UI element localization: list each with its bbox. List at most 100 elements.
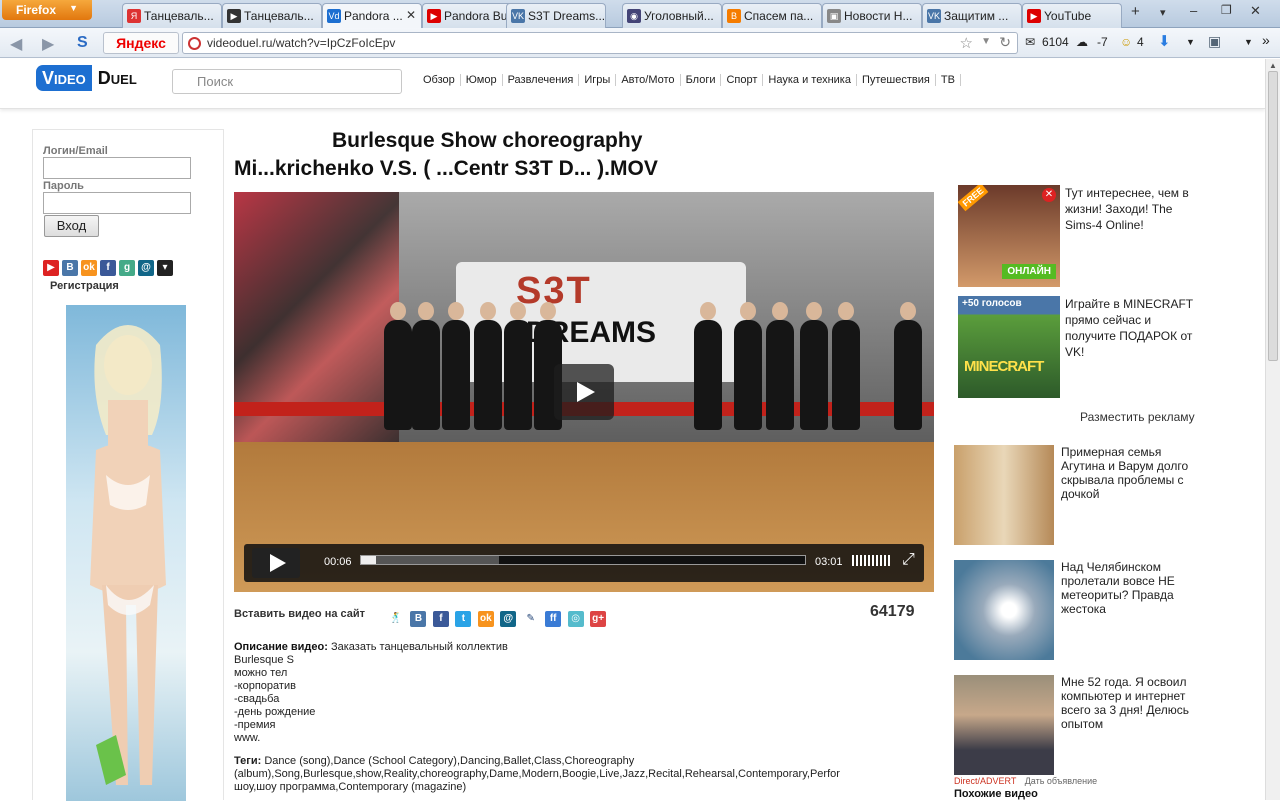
maximize-button[interactable]: ❐ — [1221, 3, 1232, 17]
video-description: Описание видео: Заказать танцевальный ко… — [234, 641, 884, 745]
mail-ru-icon[interactable]: @ — [138, 260, 154, 276]
share-vk-icon[interactable]: B — [410, 611, 427, 627]
video-frame-dancer — [694, 302, 722, 430]
category-link[interactable]: Авто/Мото — [616, 74, 681, 86]
category-link[interactable]: Путешествия — [856, 74, 936, 86]
tab-favicon-icon: ◉ — [627, 9, 641, 23]
new-tab-button[interactable]: + — [1131, 3, 1140, 20]
video-frame-dancer — [734, 302, 762, 430]
downloads-menu-icon[interactable]: ▼ — [1186, 37, 1195, 47]
forward-arrow-icon[interactable]: ▶ — [42, 34, 54, 54]
category-link[interactable]: Блоги — [680, 74, 722, 86]
browser-tab[interactable]: B Спасем па... — [722, 3, 822, 28]
url-dropdown-icon[interactable]: ▼ — [981, 36, 991, 47]
firefox-menu-button[interactable]: Firefox ▼ — [2, 0, 92, 20]
bookmarks-icon[interactable]: ▣ — [1208, 33, 1221, 50]
minimize-button[interactable]: – — [1190, 3, 1197, 18]
fullscreen-icon[interactable]: ⤢ — [902, 551, 915, 569]
ad-minecraft-thumbnail: +50 голосов MINECRAFT — [958, 296, 1060, 398]
category-link[interactable]: Игры — [579, 74, 617, 86]
odnoklassniki-icon[interactable]: ok — [81, 260, 97, 276]
back-arrow-icon[interactable]: ◀ — [10, 34, 22, 54]
volume-slider[interactable] — [852, 555, 892, 569]
video-player[interactable]: S3T DREAMS 00:06 03:01 ⤢ — [234, 192, 934, 592]
browser-tab[interactable]: ▶ YouTube — [1022, 3, 1122, 28]
seek-bar[interactable] — [360, 555, 806, 565]
facebook-icon[interactable]: f — [100, 260, 116, 276]
share-person-icon[interactable]: 🕺 — [388, 611, 404, 627]
download-arrow-icon[interactable]: ⬇ — [1158, 32, 1171, 50]
direct-brand[interactable]: Direct/ADVERT — [954, 776, 1016, 786]
reload-icon[interactable]: ↻ — [999, 34, 1011, 51]
weather-cloud-icon[interactable]: ☁ — [1076, 35, 1088, 49]
tab-list-button[interactable]: ▾ — [1160, 6, 1166, 19]
tab-label: Уголовный... — [644, 9, 714, 23]
share-twitter-icon[interactable]: t — [455, 611, 472, 627]
vk-icon[interactable]: B — [62, 260, 78, 276]
share-mailru-icon[interactable]: @ — [500, 611, 517, 627]
search-placeholder: Поиск — [197, 74, 234, 89]
scroll-up-arrow-icon[interactable]: ▲ — [1269, 61, 1277, 70]
sims-promo-banner[interactable] — [66, 305, 186, 801]
browser-tab[interactable]: VK Защитим ... — [922, 3, 1022, 28]
page-scrollbar[interactable]: ▲ — [1265, 59, 1280, 800]
browser-tab[interactable]: ◉ Уголовный... — [622, 3, 722, 28]
share-friendfeed-icon[interactable]: ff — [545, 611, 562, 627]
mail-icon[interactable]: ✉ — [1025, 35, 1035, 49]
video-frame-dancer-head — [740, 302, 756, 320]
category-link[interactable]: Обзор — [418, 74, 461, 86]
tags-text[interactable]: Dance (song),Dance (School Category),Dan… — [234, 755, 840, 793]
category-link[interactable]: Спорт — [721, 74, 764, 86]
left-sidebar: Логин/Email Пароль Вход ▶ Bok f g @ ▾ Регистр… — [32, 129, 224, 801]
embed-label: Вставить видео на сайт — [234, 608, 366, 620]
video-tags: Теги: Dance (song),Dance (School Categor… — [234, 755, 844, 794]
place-ad-link[interactable]: Разместить рекламу — [1080, 410, 1195, 424]
google-icon[interactable]: g — [119, 260, 135, 276]
category-link[interactable]: ТВ — [935, 74, 961, 86]
yandex-button[interactable]: Яндекс — [103, 32, 179, 54]
register-link[interactable]: Регистрация — [50, 280, 119, 292]
share-globe-icon[interactable]: ◎ — [567, 611, 584, 627]
notification-icon[interactable]: ☺ — [1120, 35, 1132, 49]
address-bar[interactable]: videoduel.ru/watch?v=IpCzFoIcEpv ☆ ▼ ↻ — [182, 32, 1018, 54]
password-input[interactable] — [43, 192, 191, 214]
browser-tab[interactable]: Я Танцеваль... — [122, 3, 222, 28]
login-submit-button[interactable]: Вход — [44, 215, 99, 237]
scrollbar-thumb[interactable] — [1268, 71, 1278, 361]
video-frame-dancer-head — [700, 302, 716, 320]
share-facebook-icon[interactable]: f — [432, 611, 449, 627]
description-line: www. — [234, 732, 261, 744]
tab-label: Танцеваль... — [144, 9, 214, 23]
youtube-icon[interactable]: ▶ — [43, 260, 59, 276]
browser-tab[interactable]: Vd Pandora ... ✕ — [322, 3, 422, 29]
browser-tab-bar: Firefox ▼ Я Танцеваль... ▶ Танцеваль... Vd Pa… — [0, 0, 1280, 29]
category-link[interactable]: Развлечения — [502, 74, 580, 86]
s-bar-icon[interactable]: S — [77, 34, 88, 52]
tab-close-icon[interactable]: ✕ — [406, 8, 416, 22]
browser-tab[interactable]: ▶ Танцеваль... — [222, 3, 322, 28]
video-frame-graffiti — [234, 192, 399, 462]
dropdown-icon[interactable]: ▾ — [157, 260, 173, 276]
center-play-button[interactable] — [554, 364, 614, 420]
close-window-button[interactable]: ✕ — [1250, 3, 1261, 19]
yandex-label: Яндекс — [116, 35, 166, 51]
toolbar-menu-icon[interactable]: ▼ — [1244, 37, 1253, 47]
bookmark-star-icon[interactable]: ☆ — [960, 34, 973, 52]
share-google-plus-icon[interactable]: g+ — [590, 611, 607, 627]
tab-favicon-icon: ▶ — [227, 9, 241, 23]
share-odnoklassniki-icon[interactable]: ok — [477, 611, 494, 627]
overflow-icon[interactable]: » — [1262, 32, 1270, 48]
site-search-input[interactable]: Поиск — [172, 69, 402, 94]
category-link[interactable]: Юмор — [460, 74, 503, 86]
browser-tab[interactable]: VK S3T Dreams... — [506, 3, 606, 28]
login-input[interactable] — [43, 157, 191, 179]
site-logo[interactable]: Video Duel — [36, 65, 137, 91]
browser-tab[interactable]: ▣ Новости Н... — [822, 3, 922, 28]
close-icon[interactable]: ✕ — [1042, 188, 1056, 202]
share-livejournal-icon[interactable]: ✎ — [522, 611, 539, 627]
sims-figure-illustration — [90, 325, 166, 785]
category-link[interactable]: Наука и техника — [763, 74, 857, 86]
direct-link[interactable]: Дать объявление — [1025, 776, 1097, 786]
tab-label: Танцеваль... — [244, 9, 314, 23]
play-button[interactable] — [252, 548, 300, 578]
